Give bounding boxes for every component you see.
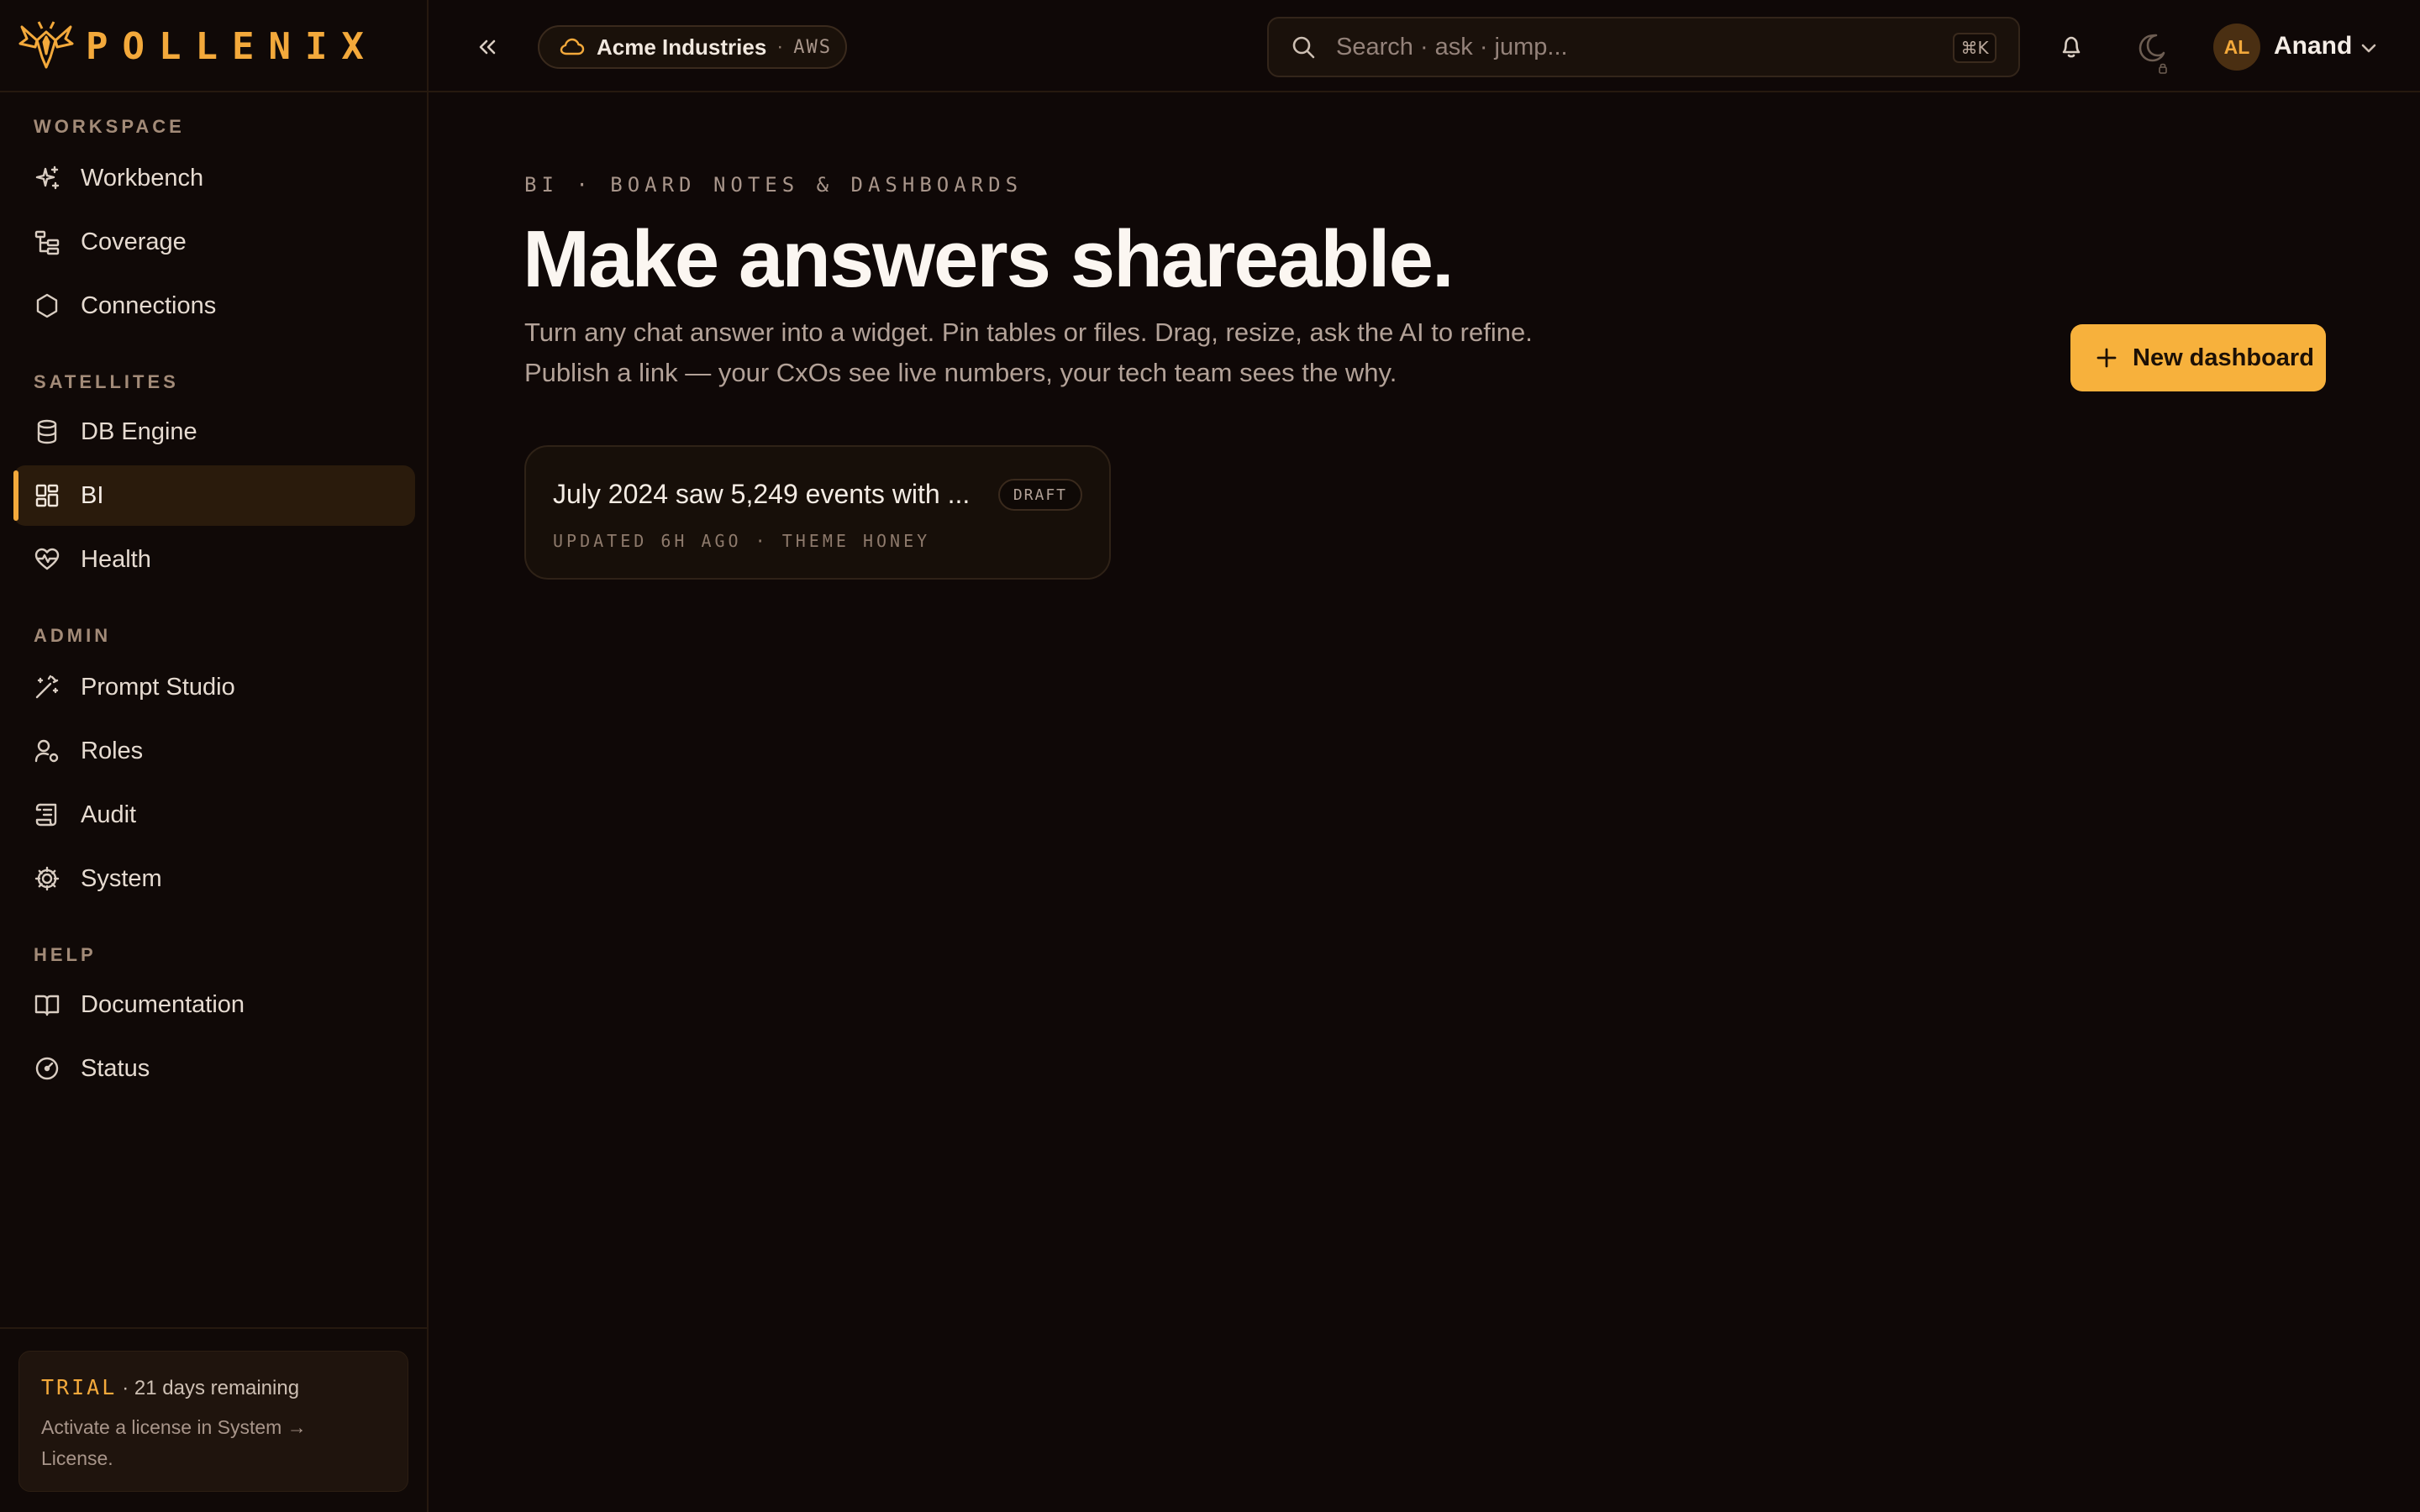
sidebar-item-status[interactable]: Status [13, 1038, 415, 1099]
new-dashboard-label: New dashboard [2133, 344, 2314, 371]
tree-icon [34, 228, 60, 255]
notifications-bell-icon[interactable] [2057, 32, 2086, 60]
sidebar-item-connections[interactable]: Connections [13, 276, 415, 336]
search-icon [1292, 36, 1315, 59]
user-name[interactable]: Anand [2274, 32, 2352, 60]
sidebar-item-label: Audit [81, 801, 137, 828]
sidebar-item-label: Status [81, 1054, 150, 1082]
sidebar-item-health[interactable]: Health [13, 529, 415, 590]
trial-tag: TRIAL [41, 1375, 118, 1399]
database-icon [34, 418, 60, 445]
search-input[interactable] [1336, 33, 1924, 61]
heart-pulse-icon [34, 546, 60, 573]
plus-icon [2096, 348, 2117, 368]
brand-wordmark: POLLENIX [86, 25, 378, 68]
tenant-switcher[interactable]: Acme Industries · AWS [538, 25, 847, 69]
chevron-down-icon[interactable] [2358, 37, 2380, 59]
sidebar-item-label: Roles [81, 737, 144, 764]
section-label-admin: ADMIN [34, 625, 112, 646]
gauge-icon [34, 1055, 60, 1082]
sidebar-item-system[interactable]: System [13, 848, 415, 909]
sidebar-item-label: Connections [81, 291, 217, 319]
book-icon [34, 991, 60, 1018]
cloud-icon [560, 38, 585, 55]
user-avatar[interactable]: AL [2213, 24, 2260, 71]
wand-icon [34, 674, 60, 701]
page-subtitle: Turn any chat answer into a widget. Pin … [524, 312, 1617, 393]
sidebar-item-label: System [81, 864, 162, 892]
sidebar-item-workbench[interactable]: Workbench [13, 148, 415, 208]
sidebar-item-roles[interactable]: Roles [13, 721, 415, 781]
sidebar-item-label: Workbench [81, 164, 204, 192]
sidebar-item-coverage[interactable]: Coverage [13, 212, 415, 272]
tenant-name: Acme Industries [597, 34, 767, 60]
chevrons-left-icon [479, 39, 496, 55]
user-cog-icon [34, 738, 60, 764]
theme-toggle-moon-icon[interactable] [2134, 32, 2170, 76]
sidebar-item-db-engine[interactable]: DB Engine [13, 402, 415, 462]
hexagon-icon [34, 292, 60, 319]
logo-row: POLLENIX [0, 0, 427, 92]
sidebar-item-label: Health [81, 545, 151, 573]
search-shortcut-badge: ⌘K [1953, 33, 1996, 63]
scroll-icon [34, 801, 60, 828]
sidebar-item-label: Prompt Studio [81, 673, 235, 701]
page-eyebrow: BI · BOARD NOTES & DASHBOARDS [524, 173, 1023, 197]
tenant-cloud-provider: AWS [793, 36, 833, 58]
trial-remaining: · 21 days remaining [122, 1377, 300, 1399]
sidebar-item-audit[interactable]: Audit [13, 785, 415, 845]
trial-heading: TRIAL · 21 days remaining [41, 1375, 299, 1400]
trial-license-hint[interactable]: Activate a license in System → License. [41, 1412, 377, 1474]
section-label-help: HELP [34, 944, 97, 965]
dashboard-icon [34, 482, 60, 509]
sidebar-item-label: DB Engine [81, 417, 197, 445]
tenant-separator: · [776, 35, 784, 58]
trial-banner: TRIAL · 21 days remaining Activate a lice… [18, 1351, 408, 1492]
sidebar-item-bi[interactable]: BI [13, 465, 415, 526]
sidebar-item-documentation[interactable]: Documentation [13, 974, 415, 1035]
sparkles-icon [34, 165, 60, 192]
sidebar-item-label: BI [81, 481, 104, 509]
global-search[interactable]: ⌘K [1267, 17, 2020, 77]
dashboard-card-title: July 2024 saw 5,249 events with ... [553, 479, 971, 509]
sidebar-item-label: Documentation [81, 990, 245, 1018]
app-root: POLLENIX WORKSPACE Workbench Coverage Co… [0, 0, 2420, 1512]
sidebar-item-prompt-studio[interactable]: Prompt Studio [13, 657, 415, 717]
status-badge: DRAFT [997, 479, 1082, 511]
page-subtitle-line-2: Publish a link — your CxOs see live numb… [524, 358, 1397, 387]
dashboard-card-meta: UPDATED 6H AGO · THEME HONEY [553, 531, 931, 551]
collapse-sidebar-button[interactable] [467, 30, 508, 64]
sidebar: POLLENIX WORKSPACE Workbench Coverage Co… [0, 0, 429, 1512]
gear-icon [34, 865, 60, 892]
section-label-workspace: WORKSPACE [34, 116, 185, 137]
page-subtitle-line-1: Turn any chat answer into a widget. Pin … [524, 318, 1533, 347]
section-label-satellites: SATELLITES [34, 371, 179, 392]
sidebar-item-label: Coverage [81, 228, 187, 255]
new-dashboard-button[interactable]: New dashboard [2070, 324, 2326, 391]
page-title: Make answers shareable. [523, 214, 1455, 304]
dashboard-card[interactable]: July 2024 saw 5,249 events with ... DRAF… [524, 445, 1111, 580]
sidebar-divider [0, 1327, 427, 1329]
pollenix-logo-icon [18, 21, 74, 69]
